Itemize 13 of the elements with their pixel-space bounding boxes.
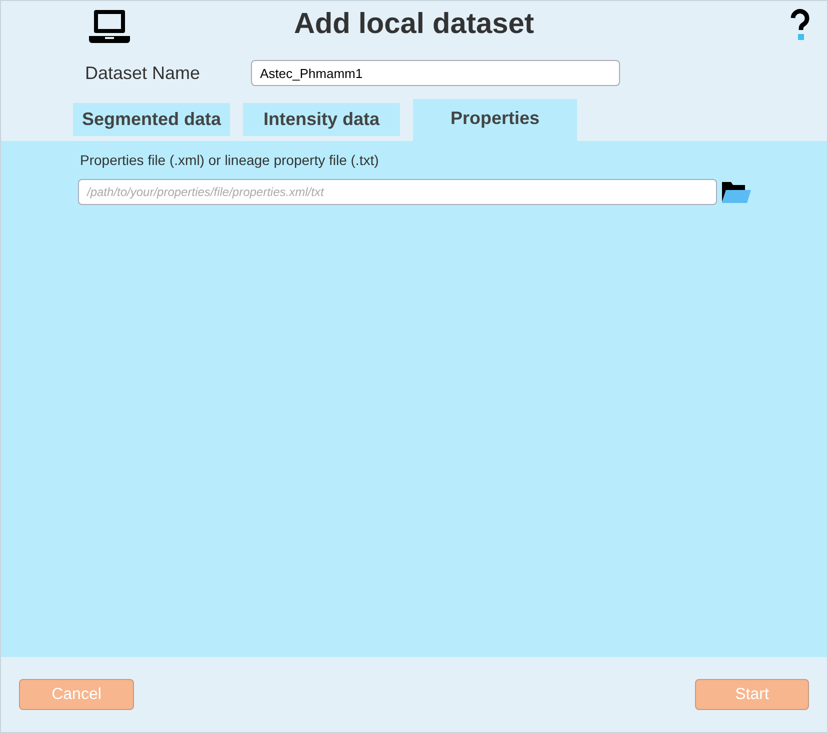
window-title: Add local dataset [292, 7, 536, 42]
folder-icon [722, 180, 751, 204]
question-mark-icon [790, 9, 810, 41]
field-label: Dataset Name [85, 62, 202, 84]
help-button[interactable] [790, 9, 812, 41]
dataset-name-field[interactable]: Astec_Phmamm1 [251, 60, 620, 86]
browse-button[interactable] [722, 180, 751, 204]
tab[interactable]: Properties [413, 99, 577, 141]
laptop-icon [89, 9, 130, 43]
tab[interactable]: Intensity data [243, 103, 400, 136]
tab[interactable]: Segmented data [73, 103, 230, 136]
field-label: Properties file (.xml) or lineage property file (.txt) [80, 151, 380, 170]
placeholder-text: /path/to/your/properties/file/properties.xml/txt [87, 184, 326, 201]
